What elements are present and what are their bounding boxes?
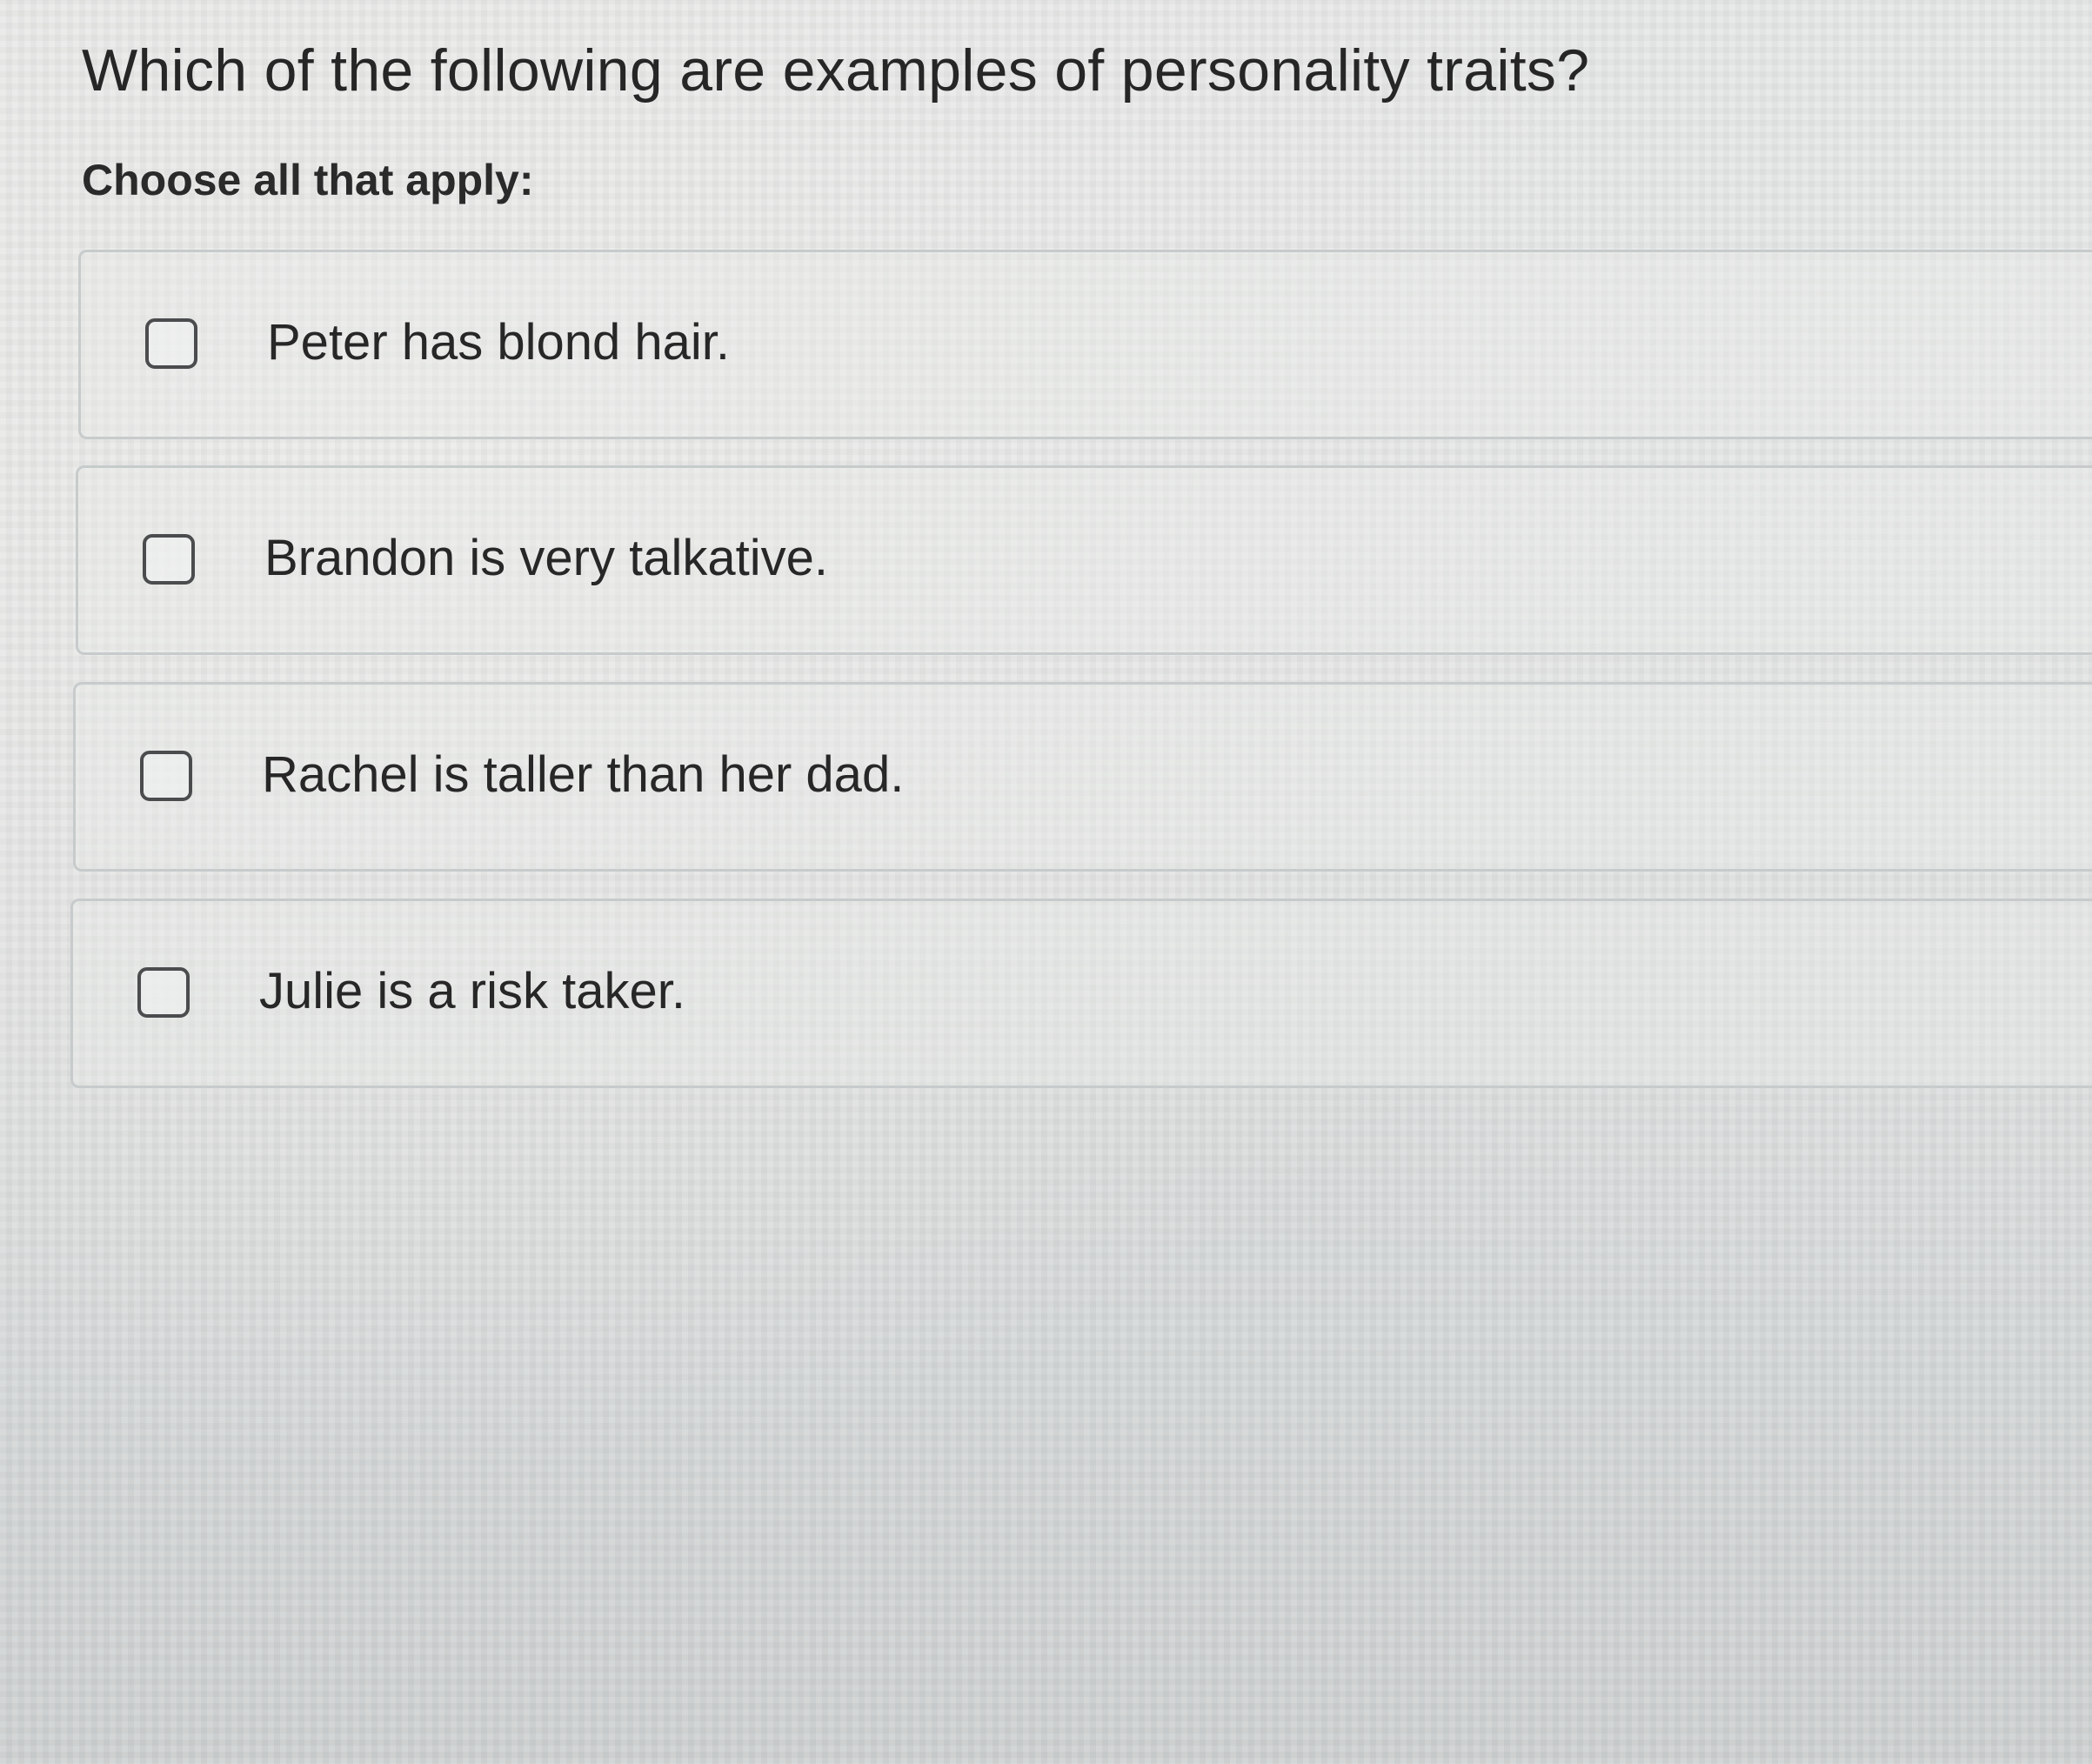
answer-option-1-label: Peter has blond hair. — [267, 314, 731, 371]
checkbox-2[interactable] — [143, 534, 195, 585]
checkbox-3[interactable] — [140, 751, 192, 801]
checkbox-4[interactable] — [137, 967, 190, 1018]
answer-option-3-label: Rachel is taller than her dad. — [262, 746, 905, 803]
answer-option-1[interactable]: Peter has blond hair. — [78, 250, 2092, 439]
answer-option-2[interactable]: Brandon is very talkative. — [76, 465, 2092, 655]
checkbox-1[interactable] — [145, 318, 197, 369]
answer-option-4[interactable]: Julie is a risk taker. — [70, 899, 2092, 1088]
answer-option-2-label: Brandon is very talkative. — [264, 530, 828, 586]
answer-option-3[interactable]: Rachel is taller than her dad. — [73, 682, 2092, 872]
answer-option-4-label: Julie is a risk taker. — [259, 963, 685, 1019]
answer-options-list: Peter has blond hair. Brandon is very ta… — [0, 0, 2092, 1764]
